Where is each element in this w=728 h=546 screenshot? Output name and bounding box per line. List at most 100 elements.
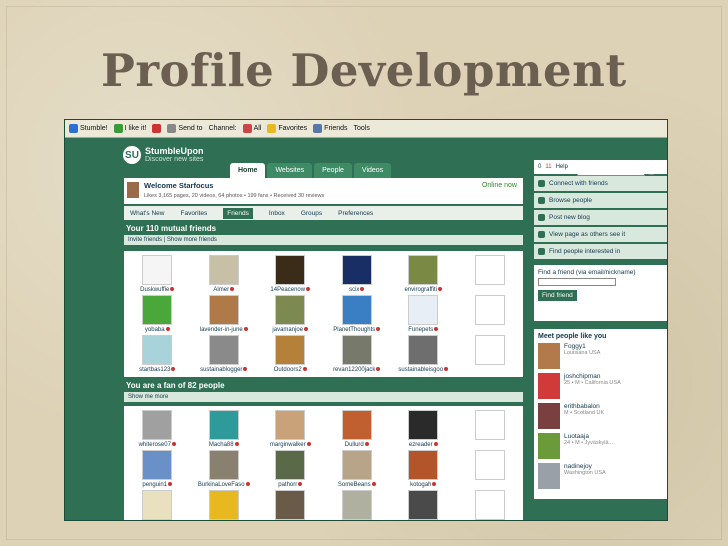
side-link-browse[interactable]: Browse people bbox=[534, 193, 667, 208]
all-dropdown[interactable]: All bbox=[242, 124, 261, 133]
avatar[interactable] bbox=[474, 450, 505, 480]
avatar[interactable] bbox=[408, 490, 439, 520]
friend-name[interactable]: whiterose07 bbox=[124, 442, 191, 448]
friend-name[interactable]: lavender-in-june bbox=[191, 327, 258, 333]
avatar[interactable] bbox=[275, 450, 306, 480]
avatar[interactable] bbox=[142, 450, 173, 480]
avatar[interactable] bbox=[127, 182, 139, 198]
list-item[interactable]: Almer bbox=[191, 255, 258, 293]
subnav-friends[interactable]: Friends bbox=[223, 207, 253, 219]
friend-name[interactable]: startbas123 bbox=[124, 367, 191, 373]
friend-name[interactable]: penguin1 bbox=[124, 482, 191, 488]
friend-name[interactable]: PlanetThoughts bbox=[324, 327, 391, 333]
list-item[interactable]: Macha88 bbox=[191, 410, 258, 448]
friend-name[interactable]: Macha88 bbox=[191, 442, 258, 448]
avatar[interactable] bbox=[538, 343, 560, 369]
avatar[interactable] bbox=[341, 410, 372, 440]
friend-name[interactable]: sustainablogger bbox=[191, 367, 258, 373]
message-count[interactable]: 11 bbox=[545, 164, 551, 170]
avatar[interactable] bbox=[341, 295, 372, 325]
person-name[interactable]: Foggy1 bbox=[564, 343, 600, 350]
friend-name[interactable]: SomeBeans bbox=[324, 482, 391, 488]
friend-name[interactable]: ezreader bbox=[390, 442, 457, 448]
avatar[interactable] bbox=[474, 410, 505, 440]
dislike-button[interactable] bbox=[152, 124, 162, 133]
list-item[interactable]: 14Peacenow bbox=[257, 255, 324, 293]
friend-name[interactable]: Funepets bbox=[390, 327, 457, 333]
like-button[interactable]: I like it! bbox=[113, 124, 146, 133]
tab-websites[interactable]: Websites bbox=[267, 163, 313, 178]
avatar[interactable] bbox=[142, 335, 173, 365]
avatar[interactable] bbox=[275, 490, 306, 520]
favorites-button[interactable]: Favorites bbox=[267, 124, 307, 133]
help-link[interactable]: Help bbox=[556, 164, 568, 170]
list-item[interactable]: lavender-in-june bbox=[191, 295, 258, 333]
avatar[interactable] bbox=[208, 410, 239, 440]
avatar[interactable] bbox=[275, 410, 306, 440]
list-item[interactable]: BurkinaLoveFaso bbox=[191, 450, 258, 488]
list-item[interactable]: revan12200jack bbox=[324, 335, 391, 373]
list-item[interactable] bbox=[457, 255, 524, 293]
side-link-find-people[interactable]: Find people interested in bbox=[534, 244, 667, 259]
side-link-connect[interactable]: Connect with friends bbox=[534, 176, 667, 191]
list-item[interactable]: Duskwuffie bbox=[124, 255, 191, 293]
avatar[interactable] bbox=[474, 295, 505, 325]
fans-links[interactable]: Show me more bbox=[124, 392, 523, 402]
list-item[interactable]: marginwalker bbox=[257, 410, 324, 448]
friend-name[interactable]: Dullurd bbox=[324, 442, 391, 448]
friend-name[interactable]: kotogah bbox=[390, 482, 457, 488]
avatar[interactable] bbox=[275, 335, 306, 365]
avatar[interactable] bbox=[474, 490, 505, 520]
friends-links[interactable]: Invite friends | Show more friends bbox=[124, 235, 523, 245]
avatar[interactable] bbox=[474, 335, 505, 365]
avatar[interactable] bbox=[538, 463, 560, 489]
avatar[interactable] bbox=[408, 255, 439, 285]
avatar[interactable] bbox=[142, 410, 173, 440]
avatar[interactable] bbox=[538, 433, 560, 459]
list-item[interactable]: pathorr bbox=[257, 450, 324, 488]
friend-name[interactable]: Almer bbox=[191, 287, 258, 293]
friend-name[interactable]: revan12200jack bbox=[324, 367, 391, 373]
list-item[interactable]: Dullurd bbox=[324, 410, 391, 448]
friend-name[interactable]: 14Peacenow bbox=[257, 287, 324, 293]
friend-name[interactable]: envirograffiti bbox=[390, 287, 457, 293]
avatar[interactable] bbox=[408, 335, 439, 365]
list-item[interactable]: SomeBeans bbox=[324, 450, 391, 488]
person-name[interactable]: Luotaaja bbox=[564, 433, 613, 440]
list-item[interactable]: kotogah bbox=[390, 450, 457, 488]
subnav-whats-new[interactable]: What's New bbox=[130, 210, 164, 217]
person-name[interactable]: erithbabalon bbox=[564, 403, 604, 410]
person-name[interactable]: nadinejoy bbox=[564, 463, 606, 470]
list-item[interactable]: startbas123 bbox=[124, 335, 191, 373]
side-link-view-page[interactable]: View page as others see it bbox=[534, 227, 667, 242]
avatar[interactable] bbox=[538, 373, 560, 399]
friend-name[interactable]: pathorr bbox=[257, 482, 324, 488]
list-item[interactable]: Funepets bbox=[390, 295, 457, 333]
avatar[interactable] bbox=[208, 490, 239, 520]
list-item[interactable] bbox=[257, 490, 324, 520]
find-friend-button[interactable]: Find friend bbox=[538, 290, 577, 301]
avatar[interactable] bbox=[408, 410, 439, 440]
avatar[interactable] bbox=[142, 295, 173, 325]
list-item[interactable] bbox=[457, 335, 524, 373]
list-item[interactable]: sustainableisgoo bbox=[390, 335, 457, 373]
avatar[interactable] bbox=[474, 255, 505, 285]
avatar[interactable] bbox=[208, 450, 239, 480]
subnav-inbox[interactable]: Inbox bbox=[269, 210, 285, 217]
avatar[interactable] bbox=[341, 255, 372, 285]
site-logo[interactable]: SU StumbleUpon Discover new sites bbox=[123, 146, 204, 164]
friend-name[interactable]: scix bbox=[324, 287, 391, 293]
list-item[interactable]: scix bbox=[324, 255, 391, 293]
tab-home[interactable]: Home bbox=[230, 163, 266, 178]
list-item[interactable]: PlanetThoughts bbox=[324, 295, 391, 333]
avatar[interactable] bbox=[275, 255, 306, 285]
friend-name[interactable]: Outdoors2 bbox=[257, 367, 324, 373]
list-item[interactable] bbox=[390, 490, 457, 520]
list-item[interactable]: Foggy1 Louisiana USA bbox=[538, 343, 665, 370]
subnav-groups[interactable]: Groups bbox=[301, 210, 322, 217]
person-name[interactable]: joshchipman bbox=[564, 373, 621, 380]
tab-people[interactable]: People bbox=[314, 163, 352, 178]
friend-name[interactable]: Duskwuffie bbox=[124, 287, 191, 293]
list-item[interactable]: sustainablogger bbox=[191, 335, 258, 373]
avatar[interactable] bbox=[142, 255, 173, 285]
